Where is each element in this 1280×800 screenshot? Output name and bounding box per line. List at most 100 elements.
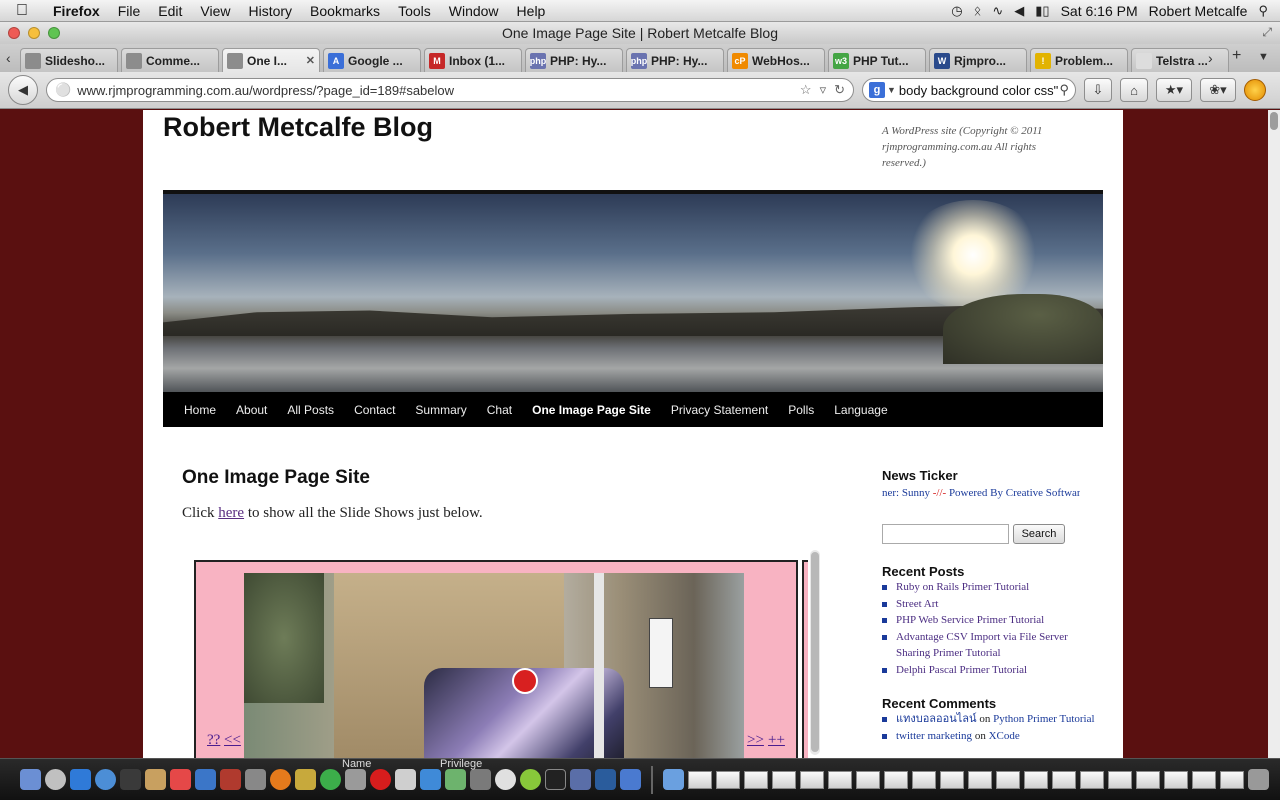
- trash-icon[interactable]: [1248, 769, 1269, 790]
- tab-close-icon[interactable]: ✕: [306, 54, 315, 67]
- site-title[interactable]: Robert Metcalfe Blog: [163, 112, 433, 143]
- slideshow-random-link[interactable]: ??: [207, 732, 220, 749]
- minimized-window[interactable]: [856, 770, 880, 789]
- slideshow-next-link[interactable]: >>: [747, 732, 764, 749]
- search-magnifier-icon[interactable]: ⚲: [1059, 82, 1069, 98]
- help-icon[interactable]: [470, 769, 491, 790]
- chrome-icon[interactable]: [320, 769, 341, 790]
- green-app-icon[interactable]: [520, 769, 541, 790]
- minimized-window[interactable]: [716, 770, 740, 789]
- url-history-dropdown-icon[interactable]: ▿: [820, 82, 827, 98]
- window-minimize-button[interactable]: [28, 27, 40, 39]
- launchpad-icon[interactable]: [45, 769, 66, 790]
- finder-icon[interactable]: [20, 769, 41, 790]
- minimized-window[interactable]: [1052, 770, 1076, 789]
- nav-privacy-statement[interactable]: Privacy Statement: [671, 403, 768, 417]
- page-scroll-thumb[interactable]: [1270, 112, 1278, 130]
- calculator-icon[interactable]: [345, 769, 366, 790]
- menubar-clock[interactable]: Sat 6:16 PM: [1061, 3, 1138, 19]
- minimized-window[interactable]: [1108, 770, 1132, 789]
- search-bar[interactable]: g ▼ body background color css" ⚲: [862, 78, 1076, 102]
- tab-3[interactable]: A Google ...: [323, 48, 421, 72]
- fullscreen-icon[interactable]: ⤢: [1262, 25, 1272, 40]
- minimized-window[interactable]: [1024, 770, 1048, 789]
- battery-icon[interactable]: ▮▯: [1035, 3, 1049, 19]
- tab-7[interactable]: cP WebHos...: [727, 48, 825, 72]
- nav-about[interactable]: About: [236, 403, 267, 417]
- photo-booth-icon[interactable]: [220, 769, 241, 790]
- nav-home[interactable]: Home: [184, 403, 216, 417]
- facetime-icon[interactable]: [120, 769, 141, 790]
- menu-tools[interactable]: Tools: [389, 3, 440, 19]
- nav-polls[interactable]: Polls: [788, 403, 814, 417]
- menubar-user[interactable]: Robert Metcalfe: [1149, 3, 1248, 19]
- nav-contact[interactable]: Contact: [354, 403, 395, 417]
- tool-icon[interactable]: [570, 769, 591, 790]
- tab-2[interactable]: One I... ✕: [222, 48, 320, 72]
- minimized-window[interactable]: [1080, 770, 1104, 789]
- tab-8[interactable]: w3 PHP Tut...: [828, 48, 926, 72]
- minimized-window[interactable]: [968, 770, 992, 789]
- bookmark-star-icon[interactable]: ☆: [800, 82, 812, 98]
- tab-1[interactable]: Comme...: [121, 48, 219, 72]
- reload-icon[interactable]: ↻: [834, 82, 845, 98]
- window-close-button[interactable]: [8, 27, 20, 39]
- engine-dropdown-icon[interactable]: ▼: [887, 85, 896, 95]
- tab-scroll-left-icon[interactable]: ‹: [6, 50, 11, 66]
- firefox-dock-icon[interactable]: [270, 769, 291, 790]
- minimized-window[interactable]: [996, 770, 1020, 789]
- safari-icon[interactable]: [95, 769, 116, 790]
- menu-bookmarks[interactable]: Bookmarks: [301, 3, 389, 19]
- bluetooth-icon[interactable]: ᛟ: [974, 3, 982, 18]
- menu-window[interactable]: Window: [440, 3, 508, 19]
- folder-icon[interactable]: [663, 769, 684, 790]
- recent-post-link[interactable]: Advantage CSV Import via File Server Sha…: [896, 631, 1068, 660]
- back-button[interactable]: ◀: [8, 75, 38, 105]
- minimized-window[interactable]: [744, 770, 768, 789]
- nav-language[interactable]: Language: [834, 403, 887, 417]
- comment-author-link[interactable]: แทงบอลออนไลน์: [896, 713, 977, 725]
- news-ticker[interactable]: ner: Sunny -//- Powered By Creative Soft…: [882, 487, 1080, 499]
- bookmarks-menu-button[interactable]: ★▾: [1156, 78, 1192, 102]
- slide-image-street-art[interactable]: [244, 573, 744, 758]
- search-input[interactable]: body background color css": [899, 83, 1060, 98]
- wifi-icon[interactable]: ∿: [992, 3, 1003, 19]
- spotlight-search-icon[interactable]: ⚲: [1258, 3, 1268, 19]
- recent-post-link[interactable]: Ruby on Rails Primer Tutorial: [896, 581, 1029, 593]
- minimized-window[interactable]: [884, 770, 908, 789]
- addon-menu-button[interactable]: ❀▾: [1200, 78, 1236, 102]
- nav-all-posts[interactable]: All Posts: [287, 403, 334, 417]
- downloads-button[interactable]: ⇩: [1084, 78, 1112, 102]
- minimized-window[interactable]: [688, 770, 712, 789]
- app-store-icon[interactable]: [70, 769, 91, 790]
- minimized-window[interactable]: [912, 770, 936, 789]
- minimized-window[interactable]: [940, 770, 964, 789]
- menu-file[interactable]: File: [109, 3, 150, 19]
- nav-summary[interactable]: Summary: [415, 403, 466, 417]
- tab-5[interactable]: php PHP: Hy...: [525, 48, 623, 72]
- tab-6[interactable]: php PHP: Hy...: [626, 48, 724, 72]
- menu-view[interactable]: View: [191, 3, 239, 19]
- terminal-icon[interactable]: [545, 769, 566, 790]
- slideshow-scrollbar[interactable]: [810, 550, 820, 755]
- comment-author-link[interactable]: twitter marketing: [896, 730, 972, 742]
- google-search-engine-icon[interactable]: g: [869, 82, 885, 98]
- recent-post-link[interactable]: Delphi Pascal Primer Tutorial: [896, 664, 1027, 676]
- recent-post-link[interactable]: Street Art: [896, 598, 938, 610]
- sidebar-search-input[interactable]: [882, 524, 1009, 544]
- image-app-icon[interactable]: [445, 769, 466, 790]
- slideshow-prev-link[interactable]: <<: [224, 732, 241, 749]
- menu-history[interactable]: History: [239, 3, 301, 19]
- volume-icon[interactable]: ◀: [1014, 3, 1024, 19]
- tab-4[interactable]: M Inbox (1...: [424, 48, 522, 72]
- comment-post-link[interactable]: XCode: [989, 730, 1020, 742]
- url-text[interactable]: www.rjmprogramming.com.au/wordpress/?pag…: [77, 83, 792, 98]
- tab-10[interactable]: ! Problem...: [1030, 48, 1128, 72]
- new-tab-icon[interactable]: +: [1232, 47, 1241, 65]
- time-machine-icon[interactable]: ◷: [951, 3, 962, 19]
- menu-help[interactable]: Help: [508, 3, 555, 19]
- tab-0[interactable]: Slidesho...: [20, 48, 118, 72]
- addon-orb-icon[interactable]: [1244, 79, 1266, 101]
- comment-post-link[interactable]: Python Primer Tutorial: [993, 713, 1094, 725]
- header-image-sunset-lake[interactable]: [163, 190, 1103, 392]
